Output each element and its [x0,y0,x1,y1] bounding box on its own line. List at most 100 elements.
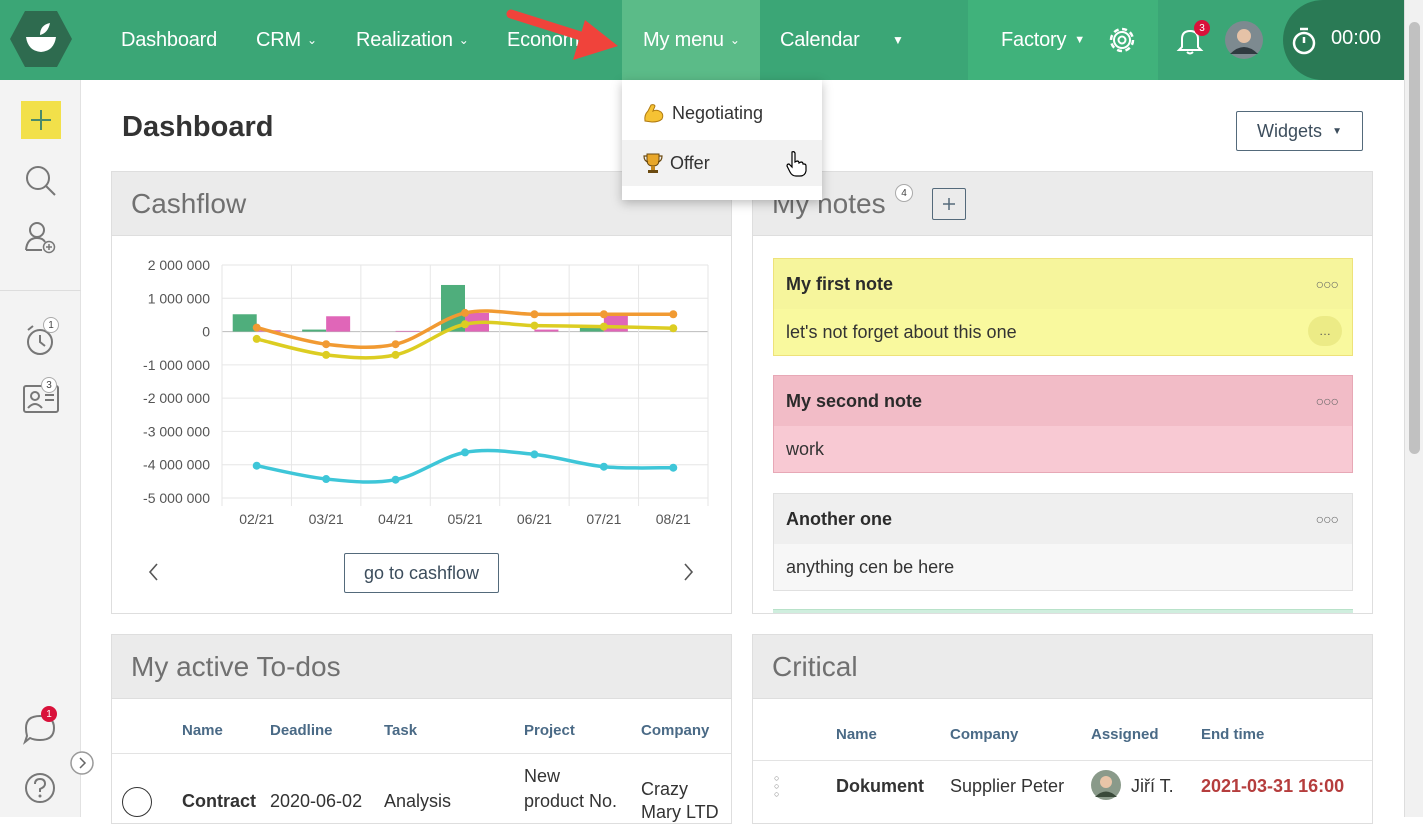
todo-project-line1[interactable]: New [524,766,560,787]
y-tick-label: -1 000 000 [143,357,210,373]
notifications-badge: 3 [1194,20,1210,36]
add-button[interactable] [21,101,61,139]
chart-point [530,310,539,319]
chevron-down-icon: ⌄ [306,33,317,47]
note-card[interactable]: My second note ○○○ work [773,375,1353,473]
caret-down-icon: ▼ [1074,34,1085,46]
help-icon[interactable] [20,770,60,806]
chart-point [599,462,608,471]
note-card-partial [773,609,1353,613]
left-sidebar: 1 3 1 [0,80,94,817]
nav-calendar[interactable]: Calendar [780,0,860,80]
hand-pointer-cursor-icon [786,151,807,177]
todo-company-line2[interactable]: Mary LTD [641,802,719,823]
todo-complete-checkbox[interactable] [122,787,152,817]
expand-sidebar-icon[interactable] [69,750,95,776]
chevron-left-icon[interactable] [146,560,162,584]
go-to-cashflow-button[interactable]: go to cashflow [344,553,499,593]
note-menu-icon[interactable]: ○○○ [1316,511,1339,527]
reminders-badge: 1 [43,317,59,333]
app-logo-icon[interactable] [10,11,72,67]
gear-icon[interactable] [1106,24,1138,56]
note-card[interactable]: Another one ○○○ anything cen be here [773,493,1353,591]
y-tick-label: 2 000 000 [148,257,210,273]
plus-icon [31,110,51,130]
critical-name[interactable]: Dokument [836,776,924,797]
todo-deadline: 2020-06-02 [270,791,363,811]
chevron-down-icon: ⌄ [458,33,469,47]
search-icon[interactable] [20,162,60,198]
note-body: work [774,426,1352,472]
note-title: Another one ○○○ [774,494,1352,544]
assignee-avatar [1091,770,1121,800]
chart-point [461,308,469,317]
todo-project-line2[interactable]: product No. [524,791,617,812]
todo-task: Analysis [384,791,452,811]
chart-point [599,310,608,319]
column-header[interactable]: Name [836,726,877,743]
column-header[interactable]: Company [641,722,709,739]
note-title: My first note ○○○ [774,259,1352,309]
todo-company-line1[interactable]: Crazy [641,779,688,800]
chart-bar [395,330,420,332]
y-tick-label: 1 000 000 [148,290,210,306]
menu-item-negotiating[interactable]: Negotiating [622,90,822,136]
chart-point [669,310,678,319]
widgets-button[interactable]: Widgets ▼ [1236,111,1363,151]
chart-bar [302,329,327,332]
table-divider [112,753,731,754]
notes-count-badge: 4 [895,184,913,202]
chart-point [461,320,469,329]
chart-point [252,334,261,343]
nav-my-menu[interactable]: My menu ⌄ [643,0,740,80]
add-note-button[interactable] [932,188,966,220]
x-tick-label: 03/21 [309,511,344,527]
column-header[interactable]: Assigned [1091,726,1159,743]
todo-name[interactable]: Contract [182,791,256,812]
flexed-biceps-icon [644,104,664,123]
chat-badge: 1 [41,706,57,722]
timer-widget[interactable]: 00:00 [1283,0,1404,80]
chart-point [252,461,261,470]
trophy-icon [643,153,663,173]
plus-icon [943,198,955,210]
chevron-right-icon[interactable] [680,560,696,584]
nav-dashboard[interactable]: Dashboard [121,0,217,80]
sidebar-divider [0,290,81,291]
column-header[interactable]: End time [1201,726,1264,743]
page-scrollbar[interactable] [1404,0,1423,817]
note-more-button[interactable]: … [1308,316,1342,346]
add-user-icon[interactable] [20,220,60,256]
company-selector[interactable]: Factory ▼ [1001,0,1085,80]
todos-title: My active To-dos [112,635,731,699]
y-tick-label: -3 000 000 [143,423,210,439]
nav-more-caret-icon[interactable]: ▼ [892,0,904,80]
red-arrow-annotation-icon [506,9,618,60]
critical-company[interactable]: Supplier Peter [950,776,1064,797]
my-menu-dropdown: Negotiating Offer [622,80,822,200]
x-tick-label: 05/21 [447,511,482,527]
note-menu-icon[interactable]: ○○○ [1316,276,1339,292]
chart-point [530,450,539,459]
column-header[interactable]: Project [524,722,575,739]
chart-point [391,350,400,359]
column-header[interactable]: Deadline [270,722,333,739]
column-header[interactable]: Task [384,722,417,739]
x-tick-label: 02/21 [239,511,274,527]
nav-realization[interactable]: Realization ⌄ [356,0,469,80]
y-tick-label: -4 000 000 [143,457,210,473]
note-card[interactable]: My first note ○○○ let's not forget about … [773,258,1353,356]
drag-handle-icon[interactable]: ○ ○ ○ [774,774,782,799]
column-header[interactable]: Company [950,726,1018,743]
chart-bar [326,316,351,332]
cashflow-widget: Cashflow 2 000 000 1 000 000 0 -1 000 000 -2… [111,171,732,614]
scrollbar-thumb[interactable] [1409,22,1420,454]
note-menu-icon[interactable]: ○○○ [1316,393,1339,409]
chart-bar [603,314,628,332]
user-avatar[interactable] [1224,20,1264,60]
table-divider [753,760,1372,761]
notes-header: My notes [753,172,1372,236]
nav-crm[interactable]: CRM ⌄ [256,0,317,80]
column-header[interactable]: Name [182,722,223,739]
note-body: anything cen be here [774,544,1352,590]
